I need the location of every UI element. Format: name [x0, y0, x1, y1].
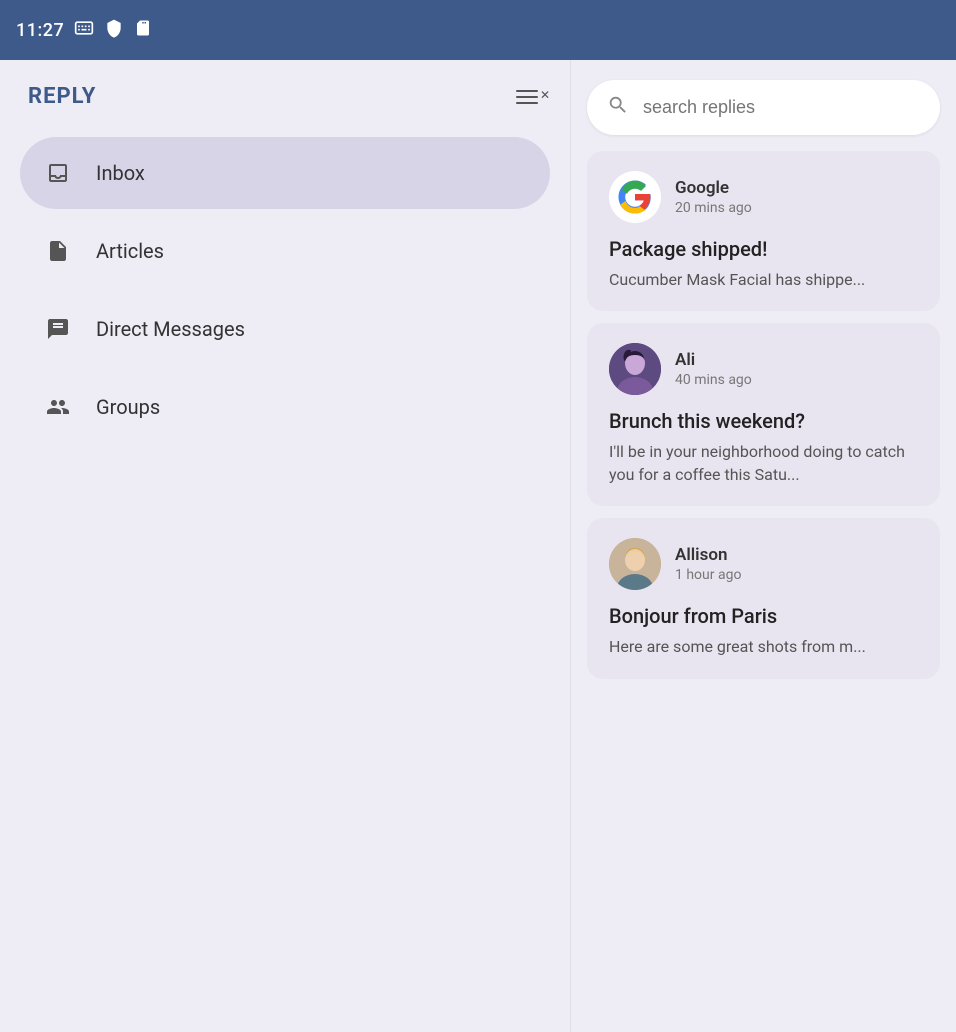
- sidebar-item-groups-label: Groups: [96, 395, 160, 419]
- articles-icon: [40, 233, 76, 269]
- direct-messages-icon: [40, 311, 76, 347]
- sidebar: REPLY Inbox Articles: [0, 60, 570, 1032]
- sender-info-google: Google 20 mins ago: [675, 178, 752, 216]
- sidebar-item-direct-messages[interactable]: Direct Messages: [20, 293, 550, 365]
- card-header-google: Google 20 mins ago: [609, 171, 918, 223]
- groups-icon: [40, 389, 76, 425]
- search-input[interactable]: [643, 97, 920, 118]
- msg-subject-ali: Brunch this weekend?: [609, 409, 918, 433]
- search-icon: [607, 94, 629, 121]
- inbox-icon: [40, 155, 76, 191]
- status-icons: [74, 18, 152, 42]
- card-header-allison: Allison 1 hour ago: [609, 538, 918, 590]
- msg-subject-google: Package shipped!: [609, 237, 918, 261]
- msg-preview-google: Cucumber Mask Facial has shippe...: [609, 269, 918, 291]
- sender-info-allison: Allison 1 hour ago: [675, 545, 741, 583]
- main-container: REPLY Inbox Articles: [0, 60, 956, 1032]
- status-bar: 11:27: [0, 0, 956, 60]
- sidebar-item-groups[interactable]: Groups: [20, 371, 550, 443]
- sidebar-item-inbox[interactable]: Inbox: [20, 137, 550, 209]
- card-header-ali: Ali 40 mins ago: [609, 343, 918, 395]
- message-card-allison[interactable]: Allison 1 hour ago Bonjour from Paris He…: [587, 518, 940, 678]
- message-card-ali[interactable]: Ali 40 mins ago Brunch this weekend? I'l…: [587, 323, 940, 506]
- avatar-google: [609, 171, 661, 223]
- sender-name-google: Google: [675, 178, 752, 198]
- msg-subject-allison: Bonjour from Paris: [609, 604, 918, 628]
- sender-time-google: 20 mins ago: [675, 200, 752, 216]
- right-panel: Google 20 mins ago Package shipped! Cucu…: [570, 60, 956, 1032]
- sdcard-icon: [134, 18, 152, 42]
- sender-info-ali: Ali 40 mins ago: [675, 350, 752, 388]
- status-time: 11:27: [16, 20, 64, 41]
- avatar-ali: [609, 343, 661, 395]
- msg-preview-ali: I'll be in your neighborhood doing to ca…: [609, 441, 918, 486]
- shield-icon: [104, 18, 124, 42]
- msg-preview-allison: Here are some great shots from m...: [609, 636, 918, 658]
- sender-name-allison: Allison: [675, 545, 741, 565]
- sender-name-ali: Ali: [675, 350, 752, 370]
- sender-time-ali: 40 mins ago: [675, 372, 752, 388]
- sidebar-header: REPLY: [20, 84, 550, 109]
- message-card-google[interactable]: Google 20 mins ago Package shipped! Cucu…: [587, 151, 940, 311]
- sidebar-item-inbox-label: Inbox: [96, 161, 145, 185]
- sidebar-item-articles-label: Articles: [96, 239, 164, 263]
- avatar-allison: [609, 538, 661, 590]
- sender-time-allison: 1 hour ago: [675, 567, 741, 583]
- hamburger-close-button[interactable]: [512, 86, 542, 108]
- sidebar-item-articles[interactable]: Articles: [20, 215, 550, 287]
- search-bar[interactable]: [587, 80, 940, 135]
- app-title: REPLY: [28, 84, 96, 109]
- keyboard-icon: [74, 18, 94, 42]
- sidebar-item-dm-label: Direct Messages: [96, 317, 245, 341]
